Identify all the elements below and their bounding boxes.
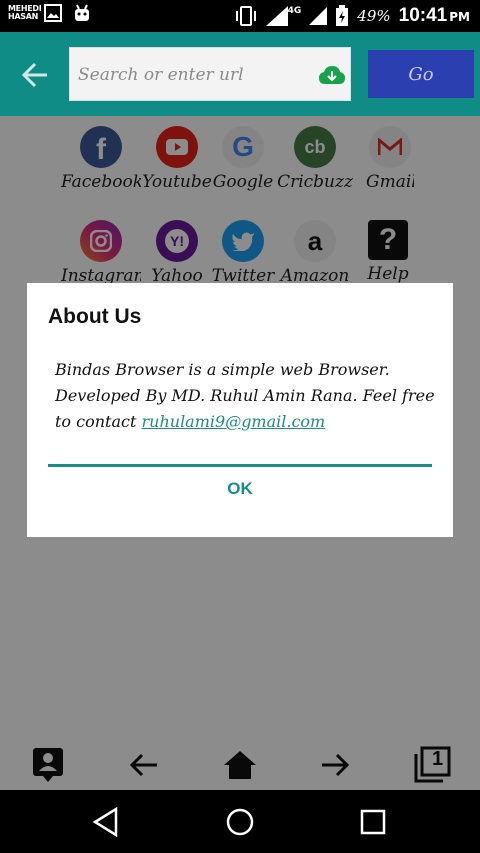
go-button[interactable]: Go bbox=[368, 50, 474, 98]
system-home-icon[interactable] bbox=[224, 806, 256, 838]
system-back-icon[interactable] bbox=[90, 806, 122, 838]
about-dialog: About Us Bindas Browser is a simple web … bbox=[27, 283, 453, 537]
battery-percent: 49% bbox=[357, 7, 391, 25]
dialog-title: About Us bbox=[48, 305, 142, 328]
back-arrow-icon[interactable] bbox=[20, 60, 50, 90]
android-icon bbox=[75, 4, 89, 21]
signal-icon bbox=[265, 6, 288, 26]
battery-charging-icon bbox=[336, 5, 349, 26]
status-bar: MEHEDI HASAN 4G 49% 10:41 PM bbox=[0, 0, 480, 32]
clock: 10:41 PM bbox=[398, 5, 470, 26]
status-owner-label: MEHEDI HASAN bbox=[8, 4, 42, 21]
contact-email-link[interactable]: ruhulami9@gmail.com bbox=[142, 412, 326, 431]
system-nav-bar bbox=[0, 790, 480, 853]
wifi-signal-icon bbox=[309, 7, 328, 25]
ok-button[interactable]: OK bbox=[27, 479, 453, 499]
dialog-message: Bindas Browser is a simple web Browser. … bbox=[55, 360, 435, 431]
gallery-icon bbox=[44, 4, 62, 22]
vibrate-icon bbox=[235, 6, 256, 26]
system-recents-icon[interactable] bbox=[357, 806, 389, 838]
cloud-download-icon[interactable] bbox=[318, 64, 346, 86]
network-type: 4G bbox=[287, 6, 302, 16]
search-input[interactable] bbox=[76, 60, 310, 90]
dialog-divider bbox=[48, 464, 432, 467]
search-bar[interactable] bbox=[69, 47, 351, 101]
